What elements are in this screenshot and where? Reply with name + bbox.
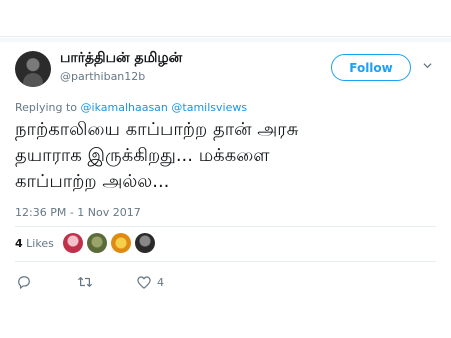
follow-button[interactable]: Follow [331, 54, 411, 81]
liker-avatar-2[interactable] [87, 233, 107, 253]
likes-stat[interactable]: 4 Likes [15, 237, 54, 250]
top-divider [0, 36, 451, 37]
likes-label: Likes [26, 237, 54, 250]
stats-divider-top [15, 226, 436, 227]
liker-avatars [63, 233, 155, 253]
top-divider-shade [0, 38, 451, 42]
chevron-down-icon[interactable] [423, 61, 432, 70]
likes-count: 4 [15, 237, 23, 250]
retweet-icon [78, 277, 92, 287]
tweet-timestamp[interactable]: 12:36 PM - 1 Nov 2017 [15, 206, 141, 219]
liker-avatar-3[interactable] [111, 233, 131, 253]
reply-icon [18, 276, 30, 289]
reply-mention-2[interactable]: @tamilsviews [171, 101, 247, 114]
like-count: 4 [157, 275, 164, 289]
like-button[interactable]: 4 [137, 274, 164, 290]
display-name[interactable]: பார்த்திபன் தமிழன் [60, 50, 182, 68]
replying-to: Replying to @ikamalhaasan @tamilsviews [15, 101, 247, 114]
heart-icon [137, 275, 151, 289]
tweet-actions: 4 [17, 274, 217, 290]
replying-to-label: Replying to [15, 101, 78, 114]
liker-avatar-4[interactable] [135, 233, 155, 253]
tweet-text: நாற்காலியை காப்பாற்ற தான் அரசு தயாராக இர… [15, 119, 299, 192]
liker-avatar-1[interactable] [63, 233, 83, 253]
stats-divider-bottom [15, 261, 436, 262]
retweet-button[interactable] [77, 274, 93, 290]
reply-button[interactable] [17, 274, 31, 290]
reply-mention-1[interactable]: @ikamalhaasan [81, 101, 168, 114]
user-handle[interactable]: @parthiban12b [60, 70, 145, 83]
avatar[interactable] [15, 51, 51, 87]
